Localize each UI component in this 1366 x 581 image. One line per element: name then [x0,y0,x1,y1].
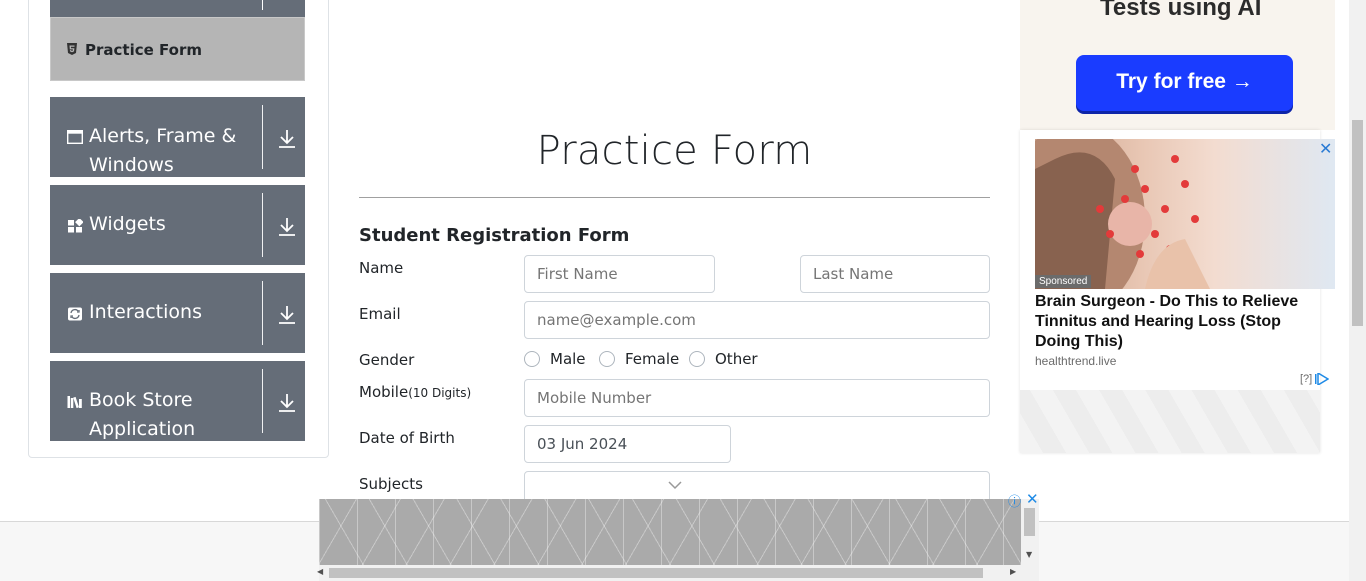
interactions-icon [68,307,82,321]
form-heading: Student Registration Form [359,225,630,246]
bottom-ad-banner[interactable] [319,499,1021,565]
ad-background-pattern [1020,390,1320,453]
radio-circle[interactable] [599,351,615,367]
radio-label: Female [625,350,680,368]
ad-image[interactable] [1035,139,1335,289]
mobile-label: Mobile(10 Digits) [359,383,471,401]
gender-label: Gender [359,351,415,369]
download-icon[interactable] [278,129,296,149]
books-icon [67,396,82,409]
page-scroll-thumb[interactable] [1352,120,1363,326]
try-for-free-button[interactable]: Try for free → [1076,55,1293,111]
adchoices-label: [?] [1300,373,1313,385]
divider [262,369,263,433]
ad-headline: Tests using AI [1100,0,1262,21]
adchoices[interactable]: [?] [1300,371,1330,387]
divider [262,193,263,257]
subjects-label: Subjects [359,475,423,493]
date-of-birth-input[interactable]: 03 Jun 2024 [524,425,731,463]
sidebar-group-interactions[interactable]: Interactions [50,273,305,353]
radio-circle[interactable] [524,351,540,367]
scroll-left-icon[interactable]: ◀ [317,567,323,576]
scroll-down-icon[interactable]: ▼ [1026,550,1032,559]
sidebar-group-elements[interactable] [50,0,305,17]
radio-label: Other [715,350,758,368]
email-input[interactable] [524,301,990,339]
page-title: Practice Form [536,128,813,174]
last-name-input[interactable] [800,255,990,293]
chevron-down-icon [668,481,682,490]
adchoices-icon [1315,371,1330,387]
mobile-label-text: Mobile [359,383,409,401]
sidebar-group-widgets[interactable]: Widgets [50,185,305,265]
sidebar-group-book-store[interactable]: Book Store Application [50,361,305,441]
gender-male-radio[interactable]: Male [524,350,586,368]
sidebar-item-practice-form[interactable]: Practice Form [50,17,305,81]
radio-circle[interactable] [689,351,705,367]
dob-label: Date of Birth [359,429,455,447]
name-label: Name [359,259,404,277]
info-icon[interactable]: ⓘ [1008,491,1021,510]
ad-photo [1035,139,1210,289]
download-icon[interactable] [278,305,296,325]
widgets-icon [68,219,83,233]
divider [359,197,990,198]
gender-other-radio[interactable]: Other [689,350,758,368]
sidebar-group-label: Alerts, Frame & Windows [89,125,237,176]
scroll-right-icon[interactable]: ▶ [1010,567,1016,576]
ad-text-link[interactable]: Brain Surgeon - Do This to Relieve Tinni… [1035,292,1330,352]
close-icon[interactable]: ✕ [1026,490,1039,508]
divider [262,105,263,169]
banner-vertical-scroll-thumb[interactable] [1024,508,1035,536]
html5-icon [67,43,77,55]
window-icon [67,130,83,144]
sidebar-group-label: Interactions [89,301,202,323]
radio-label: Male [550,350,586,368]
divider [262,0,263,10]
divider [262,281,263,345]
first-name-input[interactable] [524,255,715,293]
sidebar-group-label: Book Store Application [89,389,196,440]
sidebar-item-label: Practice Form [85,41,202,59]
sponsored-badge: Sponsored [1035,275,1092,288]
mobile-hint: (10 Digits) [408,386,472,400]
sidebar-group-alerts[interactable]: Alerts, Frame & Windows [50,97,305,177]
banner-horizontal-scroll-thumb[interactable] [329,568,983,578]
download-icon[interactable] [278,393,296,413]
close-icon[interactable]: ✕ [1319,139,1332,158]
ad-domain: healthtrend.live [1035,354,1117,368]
sidebar-group-label: Widgets [89,213,166,235]
mobile-input[interactable] [524,379,990,417]
download-icon[interactable] [278,217,296,237]
email-label: Email [359,305,401,323]
gender-female-radio[interactable]: Female [599,350,679,368]
